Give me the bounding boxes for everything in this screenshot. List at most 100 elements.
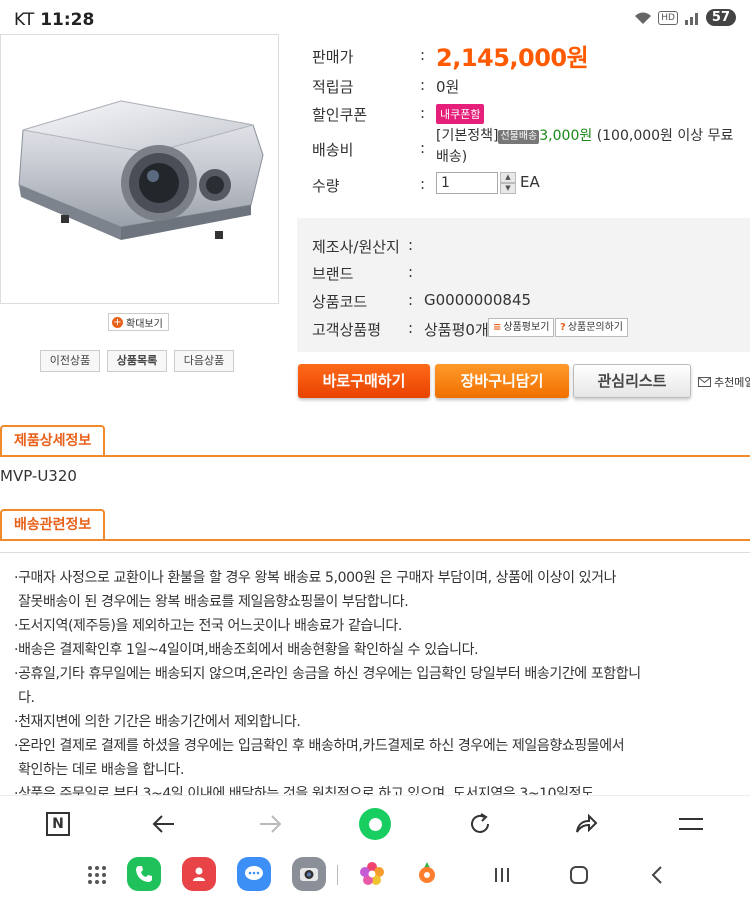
chevron-left-icon: [651, 866, 662, 884]
colon: :: [420, 46, 426, 64]
hd-icon: HD: [658, 10, 678, 25]
quantity-input[interactable]: [436, 172, 498, 194]
shipping-label: 배송비: [312, 141, 354, 159]
green-dot-icon: [359, 808, 391, 840]
review-label: 고객상품평: [312, 321, 382, 339]
arrow-left-icon: [152, 815, 174, 833]
shipping-line: 잘못배송이 된 경우에는 왕복 배송료를 제일음향쇼핑몰이 부담합니다.: [18, 594, 409, 610]
prepaid-badge: 선불배송: [498, 130, 540, 144]
chat-bubble-icon: [245, 866, 263, 880]
recents-icon: [495, 868, 509, 882]
apps-grid-icon: [88, 866, 106, 884]
price-label: 판매가: [312, 48, 354, 66]
shipping-info: [기본정책] 선불배송 3,000원 (100,000원 이상 무료배송): [436, 126, 746, 168]
contacts-app-icon[interactable]: [182, 857, 216, 891]
section-divider: [0, 455, 750, 457]
gallery-app-icon[interactable]: [355, 857, 389, 891]
share-button[interactable]: [568, 806, 604, 842]
points-value: 0원: [436, 78, 460, 96]
product-qna-label: 상품문의하기: [567, 322, 624, 333]
brand-label: 브랜드: [312, 265, 354, 283]
carrot-icon: [419, 862, 435, 883]
phone-icon: [136, 866, 152, 882]
person-icon: [193, 867, 205, 881]
coupon-label: 할인쿠폰: [312, 106, 368, 124]
section-divider: [0, 539, 750, 541]
recent-apps-button[interactable]: [487, 861, 517, 889]
arrow-right-icon: [260, 815, 282, 833]
next-product-button[interactable]: 다음상품: [174, 350, 234, 372]
app-drawer-button[interactable]: [82, 861, 112, 889]
carrier: KT: [14, 10, 35, 30]
tab-product-detail[interactable]: 제품상세정보: [0, 425, 106, 457]
wishlist-button[interactable]: 관심리스트: [573, 364, 691, 398]
maker-label: 제조사/원산지: [312, 238, 400, 256]
plus-icon: +: [112, 317, 123, 328]
quantity-label: 수량: [312, 177, 340, 195]
recommend-mail-link[interactable]: 추천메일: [698, 374, 750, 390]
signal-icon: [684, 12, 698, 25]
shipping-policy-text: ·구매자 사정으로 교환이나 환불을 할 경우 왕복 배송료 5,000원 은 …: [14, 566, 664, 806]
points-label: 적립금: [312, 78, 354, 96]
product-code-value: G0000000845: [424, 291, 532, 309]
browser-toolbar: N: [0, 795, 750, 851]
home-button[interactable]: [564, 861, 594, 889]
menu-button[interactable]: [673, 806, 709, 842]
colon: :: [420, 104, 426, 122]
product-qna-button[interactable]: ? 상품문의하기: [555, 318, 629, 337]
mail-icon: [698, 377, 711, 387]
share-icon: [576, 813, 598, 833]
zoom-button[interactable]: + 확대보기: [108, 313, 169, 331]
buy-now-button[interactable]: 바로구매하기: [298, 364, 430, 398]
shipping-fee: 3,000원: [539, 128, 593, 144]
forward-button[interactable]: [252, 806, 288, 842]
colon: :: [420, 76, 426, 94]
system-back-button[interactable]: [642, 861, 672, 889]
view-reviews-label: 상품평보기: [503, 322, 550, 333]
colon: :: [420, 175, 426, 193]
battery-indicator: 57: [705, 9, 736, 26]
add-to-cart-button[interactable]: 장바구니담기: [435, 364, 569, 398]
hamburger-icon: [679, 818, 703, 830]
view-reviews-button[interactable]: ≡ 상품평보기: [488, 318, 555, 337]
shipping-line: ·구매자 사정으로 교환이나 환불을 할 경우 왕복 배송료 5,000원 은 …: [14, 570, 617, 586]
status-right: HD 57: [634, 9, 736, 26]
back-button[interactable]: [146, 806, 182, 842]
refresh-button[interactable]: [462, 806, 498, 842]
list-icon: ≡: [493, 322, 502, 333]
shipping-line: ·온라인 결제로 결제를 하셨을 경우에는 입금확인 후 배송하며,카드결제로 …: [14, 738, 625, 754]
camera-app-icon[interactable]: [292, 857, 326, 891]
colon: :: [408, 291, 414, 309]
product-image[interactable]: [0, 34, 279, 304]
shipping-policy: [기본정책]: [436, 128, 499, 144]
review-count: 상품평0개: [424, 321, 489, 339]
my-coupon-button[interactable]: 내쿠폰함: [436, 104, 485, 124]
quantity-down-button[interactable]: ▼: [500, 183, 516, 194]
projector-image: [18, 100, 264, 240]
shipping-line: ·천재지변에 의한 기간은 배송기간에서 제외합니다.: [14, 714, 301, 730]
n-icon: N: [46, 812, 70, 836]
shipping-line: ·배송은 결제확인후 1일~4일이며,배송조회에서 배송현황을 확인하실 수 있…: [14, 642, 479, 658]
shipping-line: 확인하는 데로 배송을 합니다.: [18, 762, 185, 778]
green-dot-button[interactable]: [357, 806, 393, 842]
carrot-app-icon[interactable]: [410, 857, 444, 891]
dock-divider: [332, 861, 342, 889]
messages-app-icon[interactable]: [237, 857, 271, 891]
status-left: KT 11:28: [14, 10, 94, 30]
phone-app-icon[interactable]: [127, 857, 161, 891]
shipping-line: 다.: [18, 690, 35, 706]
naver-home-button[interactable]: N: [40, 806, 76, 842]
colon: :: [420, 139, 426, 157]
shipping-line: ·공휴일,기타 휴무일에는 배송되지 않으며,온라인 송금을 하신 경우에는 입…: [14, 666, 641, 682]
quantity-unit: EA: [520, 173, 540, 191]
android-nav-bar: [0, 851, 750, 900]
recommend-mail-label: 추천메일: [714, 376, 750, 389]
tab-shipping-info[interactable]: 배송관련정보: [0, 509, 106, 541]
flower-icon: [360, 862, 384, 885]
product-list-button[interactable]: 상품목록: [107, 350, 167, 372]
prev-product-button[interactable]: 이전상품: [40, 350, 100, 372]
product-code-label: 상품코드: [312, 293, 368, 311]
refresh-icon: [471, 813, 489, 833]
colon: :: [408, 236, 414, 254]
quantity-up-button[interactable]: ▲: [500, 172, 516, 183]
